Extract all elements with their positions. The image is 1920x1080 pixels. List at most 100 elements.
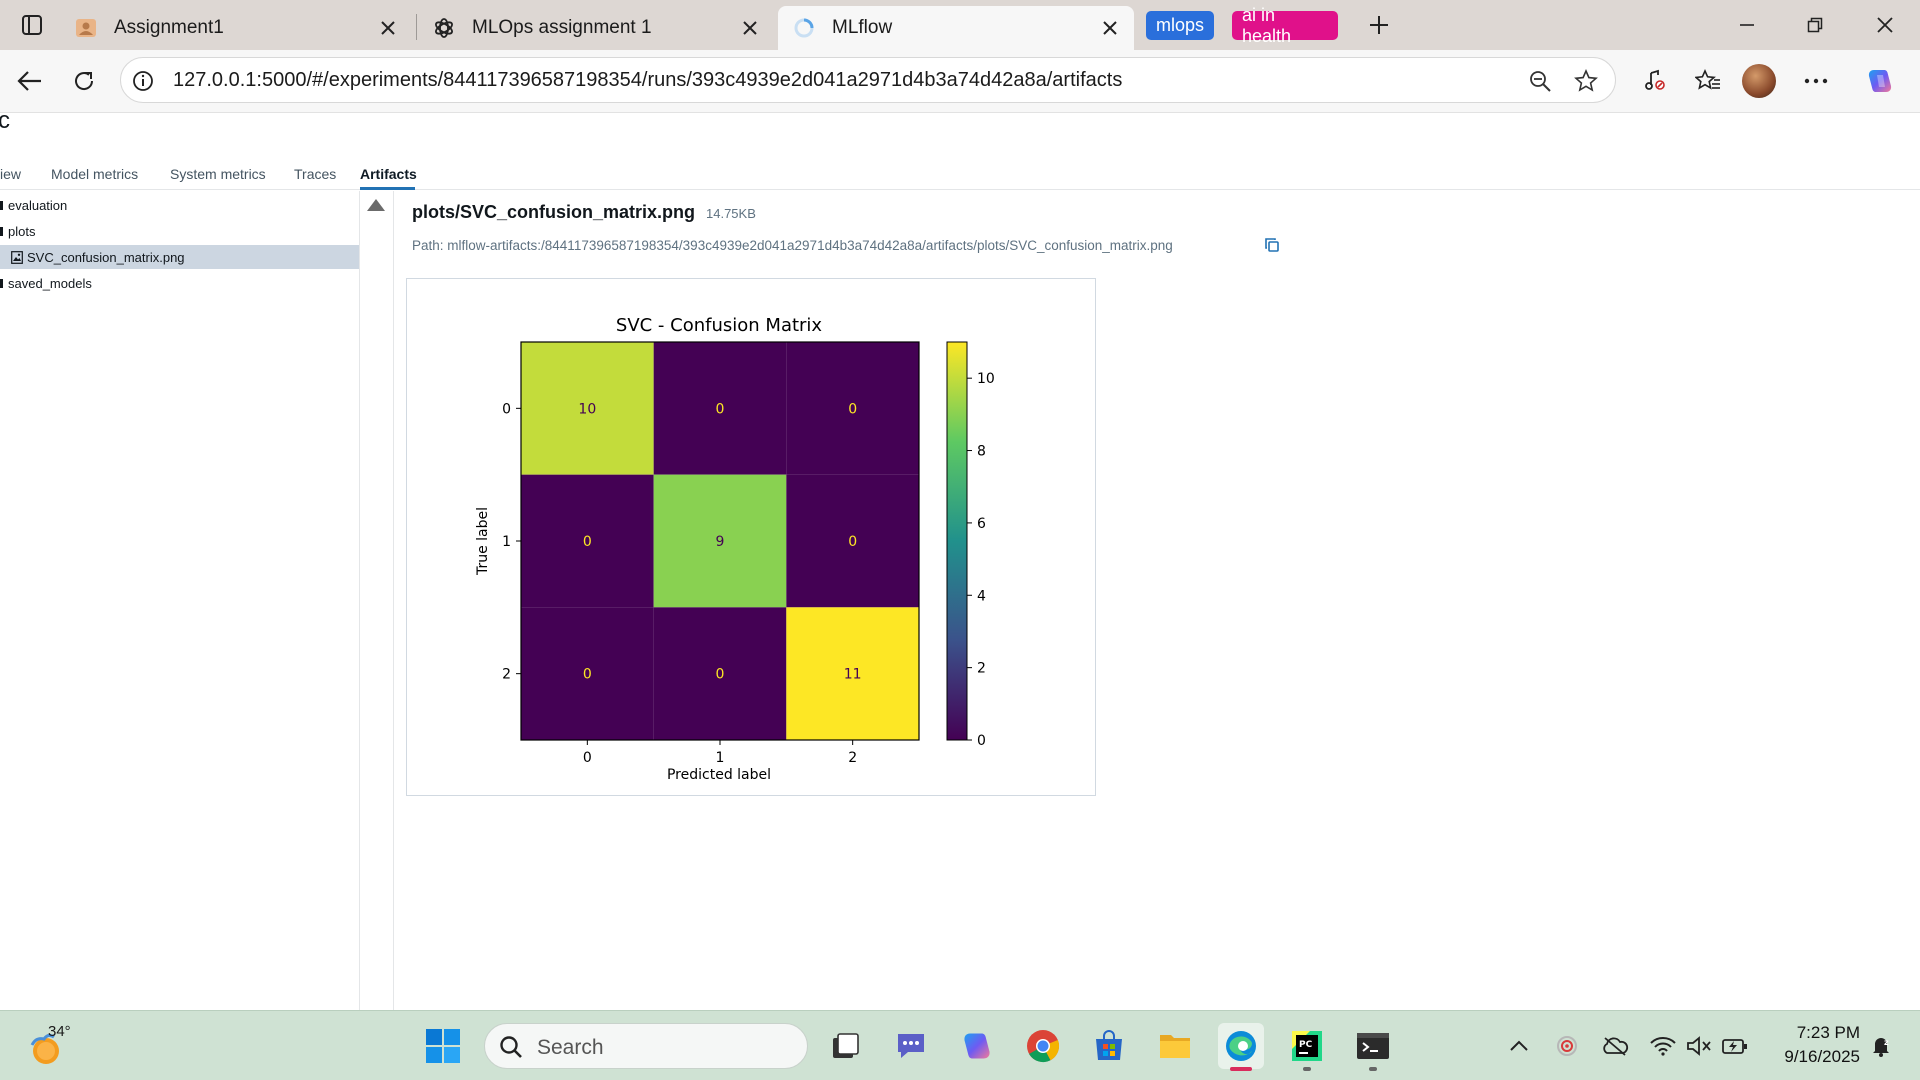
chrome-icon[interactable]: [1020, 1023, 1066, 1069]
read-aloud-icon[interactable]: [1636, 63, 1672, 99]
document-person-icon: [74, 16, 98, 40]
cell-value-label: 0: [848, 534, 857, 550]
folder-toggle-icon: [0, 201, 3, 210]
profile-avatar[interactable]: [1742, 64, 1776, 98]
chart-title: SVC - Confusion Matrix: [616, 315, 823, 336]
restore-icon[interactable]: [1792, 10, 1838, 40]
minimize-icon[interactable]: [1724, 10, 1770, 40]
screen: Assignment1 MLOps assignment 1 MLflow ml…: [0, 0, 1920, 1080]
onedrive-icon[interactable]: [1600, 1031, 1630, 1061]
artifact-viewer: plots/SVC_confusion_matrix.png 14.75KB P…: [393, 191, 1920, 1010]
colorbar-tick-label: 10: [977, 371, 995, 387]
cell-value-label: 0: [848, 401, 857, 417]
close-window-icon[interactable]: [1862, 10, 1908, 40]
close-tab-icon[interactable]: [738, 16, 762, 40]
confusion-matrix-chart: SVC - Confusion Matrix 10 0 00 9 00 0 11 0 1 201…: [475, 315, 995, 783]
edge-icon[interactable]: [1218, 1023, 1264, 1071]
terminal-icon[interactable]: [1350, 1023, 1396, 1071]
browser-tab-mlops-assignment[interactable]: MLOps assignment 1: [418, 6, 774, 50]
browser-toolbar: 127.0.0.1:5000/#/experiments/84411739658…: [0, 50, 1920, 113]
volume-muted-icon[interactable]: [1684, 1031, 1714, 1061]
favorite-star-icon[interactable]: [1573, 68, 1599, 94]
colorbar-tick-label: 6: [977, 516, 986, 532]
weather-temp: 34°: [48, 1023, 71, 1040]
tab-model-metrics[interactable]: Model metrics: [51, 166, 138, 182]
taskbar-search[interactable]: Search: [484, 1023, 808, 1069]
colorbar-tick-label: 4: [977, 588, 986, 604]
favorites-icon[interactable]: [1690, 63, 1726, 99]
site-info-icon[interactable]: [131, 69, 155, 93]
weather-widget[interactable]: 34°: [26, 1021, 84, 1071]
colorbar-tick-label: 0: [977, 733, 986, 749]
y-tick-label: 0: [502, 401, 511, 417]
tab-title: Assignment1: [114, 17, 224, 38]
svg-text:z: z: [1884, 1038, 1889, 1047]
running-app-indicator: [1303, 1067, 1311, 1071]
copilot-icon[interactable]: [1862, 63, 1898, 99]
tree-item-svc-confusion-matrix[interactable]: SVC_confusion_matrix.png: [0, 245, 359, 269]
search-placeholder: Search: [537, 1036, 604, 1059]
scroll-up-icon[interactable]: [364, 196, 388, 214]
artifact-name: plots/SVC_confusion_matrix.png: [412, 202, 696, 222]
tree-item-label: SVC_confusion_matrix.png: [27, 249, 185, 265]
svg-text:PC: PC: [1299, 1040, 1313, 1050]
system-clock[interactable]: 7:23 PM 9/16/2025: [1760, 1021, 1860, 1069]
search-icon: [499, 1035, 523, 1059]
artifact-size: 14.75KB: [706, 206, 756, 221]
cell-value-label: 0: [583, 534, 592, 550]
show-hidden-icons-icon[interactable]: [1504, 1031, 1534, 1061]
pycharm-icon[interactable]: PC: [1284, 1023, 1330, 1071]
zoom-out-icon[interactable]: [1527, 68, 1553, 94]
clock-time: 7:23 PM: [1796, 1023, 1860, 1042]
tab-system-metrics[interactable]: System metrics: [170, 166, 266, 182]
tab-traces[interactable]: Traces: [294, 166, 336, 182]
tree-item-label: saved_models: [8, 275, 92, 291]
close-tab-icon[interactable]: [376, 16, 400, 40]
copilot-app-icon[interactable]: [954, 1023, 1000, 1069]
tree-item-evaluation[interactable]: evaluation: [0, 193, 360, 217]
store-icon[interactable]: [1086, 1023, 1132, 1069]
tab-divider: [416, 14, 417, 40]
battery-charging-icon[interactable]: [1720, 1031, 1750, 1061]
notifications-icon[interactable]: z: [1866, 1031, 1896, 1061]
cell-value-label: 10: [578, 401, 596, 417]
tab-group-ai-in-health[interactable]: ai in health: [1232, 5, 1338, 46]
url-text[interactable]: 127.0.0.1:5000/#/experiments/84411739658…: [173, 69, 1122, 92]
address-bar[interactable]: 127.0.0.1:5000/#/experiments/84411739658…: [120, 57, 1616, 103]
browser-tab-assignment1[interactable]: Assignment1: [60, 6, 412, 50]
copy-icon[interactable]: [1263, 236, 1281, 254]
x-tick-label: 2: [848, 750, 857, 766]
artifact-tree: evaluation plots SVC_confusion_matrix.pn…: [0, 191, 360, 1010]
start-icon[interactable]: [420, 1023, 466, 1069]
folder-toggle-icon: [0, 227, 3, 236]
refresh-icon[interactable]: [66, 63, 102, 99]
tree-item-plots[interactable]: plots: [0, 219, 360, 243]
task-view-icon[interactable]: [822, 1023, 868, 1069]
cell-value-label: 0: [583, 667, 592, 683]
tab-artifacts[interactable]: Artifacts: [360, 166, 417, 182]
artifact-path: Path: mlflow-artifacts:/8441173965871983…: [412, 238, 1173, 253]
run-tabs: iew Model metrics System metrics Traces …: [0, 165, 1920, 190]
tab-title: MLflow: [832, 17, 893, 38]
loading-icon: [792, 16, 816, 40]
active-tab-indicator: [360, 187, 415, 190]
tab-actions-icon[interactable]: [16, 10, 48, 40]
windows-taskbar: 34° Search PC 7:23 PM 9/16/2025 z: [0, 1010, 1920, 1080]
wifi-icon[interactable]: [1648, 1031, 1678, 1061]
back-icon[interactable]: [12, 63, 48, 99]
file-explorer-icon[interactable]: [1152, 1023, 1198, 1069]
antivirus-icon[interactable]: [1552, 1031, 1582, 1061]
cell-value-label: 11: [844, 667, 862, 683]
openai-icon: [432, 16, 456, 40]
tree-item-saved-models[interactable]: saved_models: [0, 271, 360, 295]
more-options-icon[interactable]: [1798, 63, 1834, 99]
new-tab-icon[interactable]: [1364, 10, 1394, 40]
colorbar-tick-label: 8: [977, 444, 986, 460]
chat-icon[interactable]: [888, 1023, 934, 1069]
close-tab-icon[interactable]: [1098, 16, 1122, 40]
tab-group-mlops[interactable]: mlops: [1146, 11, 1214, 40]
tab-group-label: mlops: [1156, 15, 1205, 35]
cell-value-label: 0: [716, 667, 725, 683]
browser-tab-mlflow[interactable]: MLflow: [778, 6, 1134, 50]
tab-overview[interactable]: iew: [0, 166, 21, 182]
